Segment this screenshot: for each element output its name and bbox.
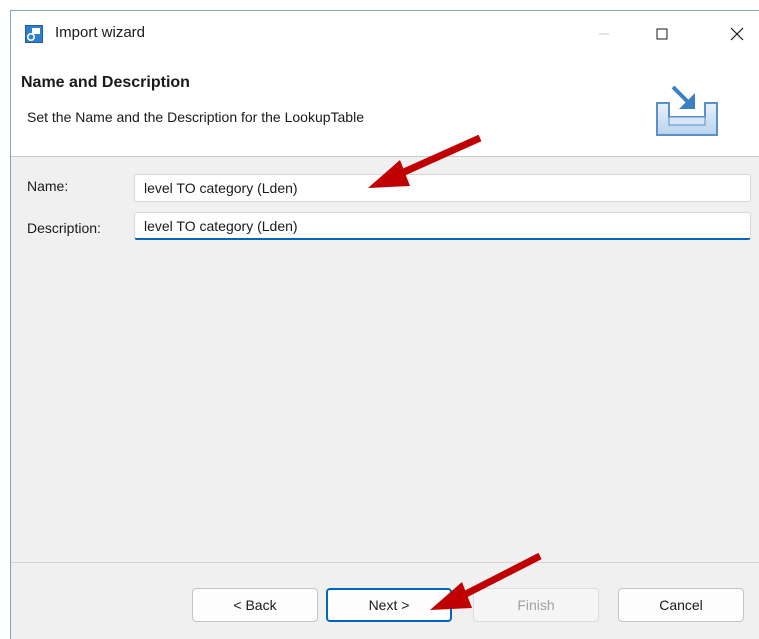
close-button[interactable]	[714, 11, 759, 57]
maximize-icon	[656, 28, 668, 40]
maximize-button[interactable]	[639, 11, 685, 57]
next-button[interactable]: Next >	[326, 588, 452, 622]
description-label: Description:	[27, 220, 101, 236]
import-wizard-window: Import wizard Name and Description Set t…	[10, 10, 759, 639]
minimize-button[interactable]	[581, 11, 627, 57]
name-label: Name:	[27, 178, 69, 194]
back-button[interactable]: < Back	[192, 588, 318, 622]
window-title: Import wizard	[55, 24, 146, 41]
wizard-page-header: Name and Description Set the Name and th…	[11, 57, 759, 157]
page-title: Name and Description	[21, 74, 190, 91]
wizard-button-bar: < Back Next > Finish Cancel	[11, 562, 759, 639]
description-input[interactable]	[134, 212, 751, 240]
cancel-button[interactable]: Cancel	[618, 588, 744, 622]
finish-button: Finish	[473, 588, 599, 622]
import-wizard-app-icon	[25, 25, 43, 43]
close-icon	[730, 27, 744, 41]
title-bar: Import wizard	[11, 11, 759, 57]
name-input[interactable]	[134, 174, 751, 202]
minimize-icon	[599, 33, 609, 35]
page-description: Set the Name and the Description for the…	[27, 109, 364, 125]
import-banner-icon	[656, 85, 718, 136]
